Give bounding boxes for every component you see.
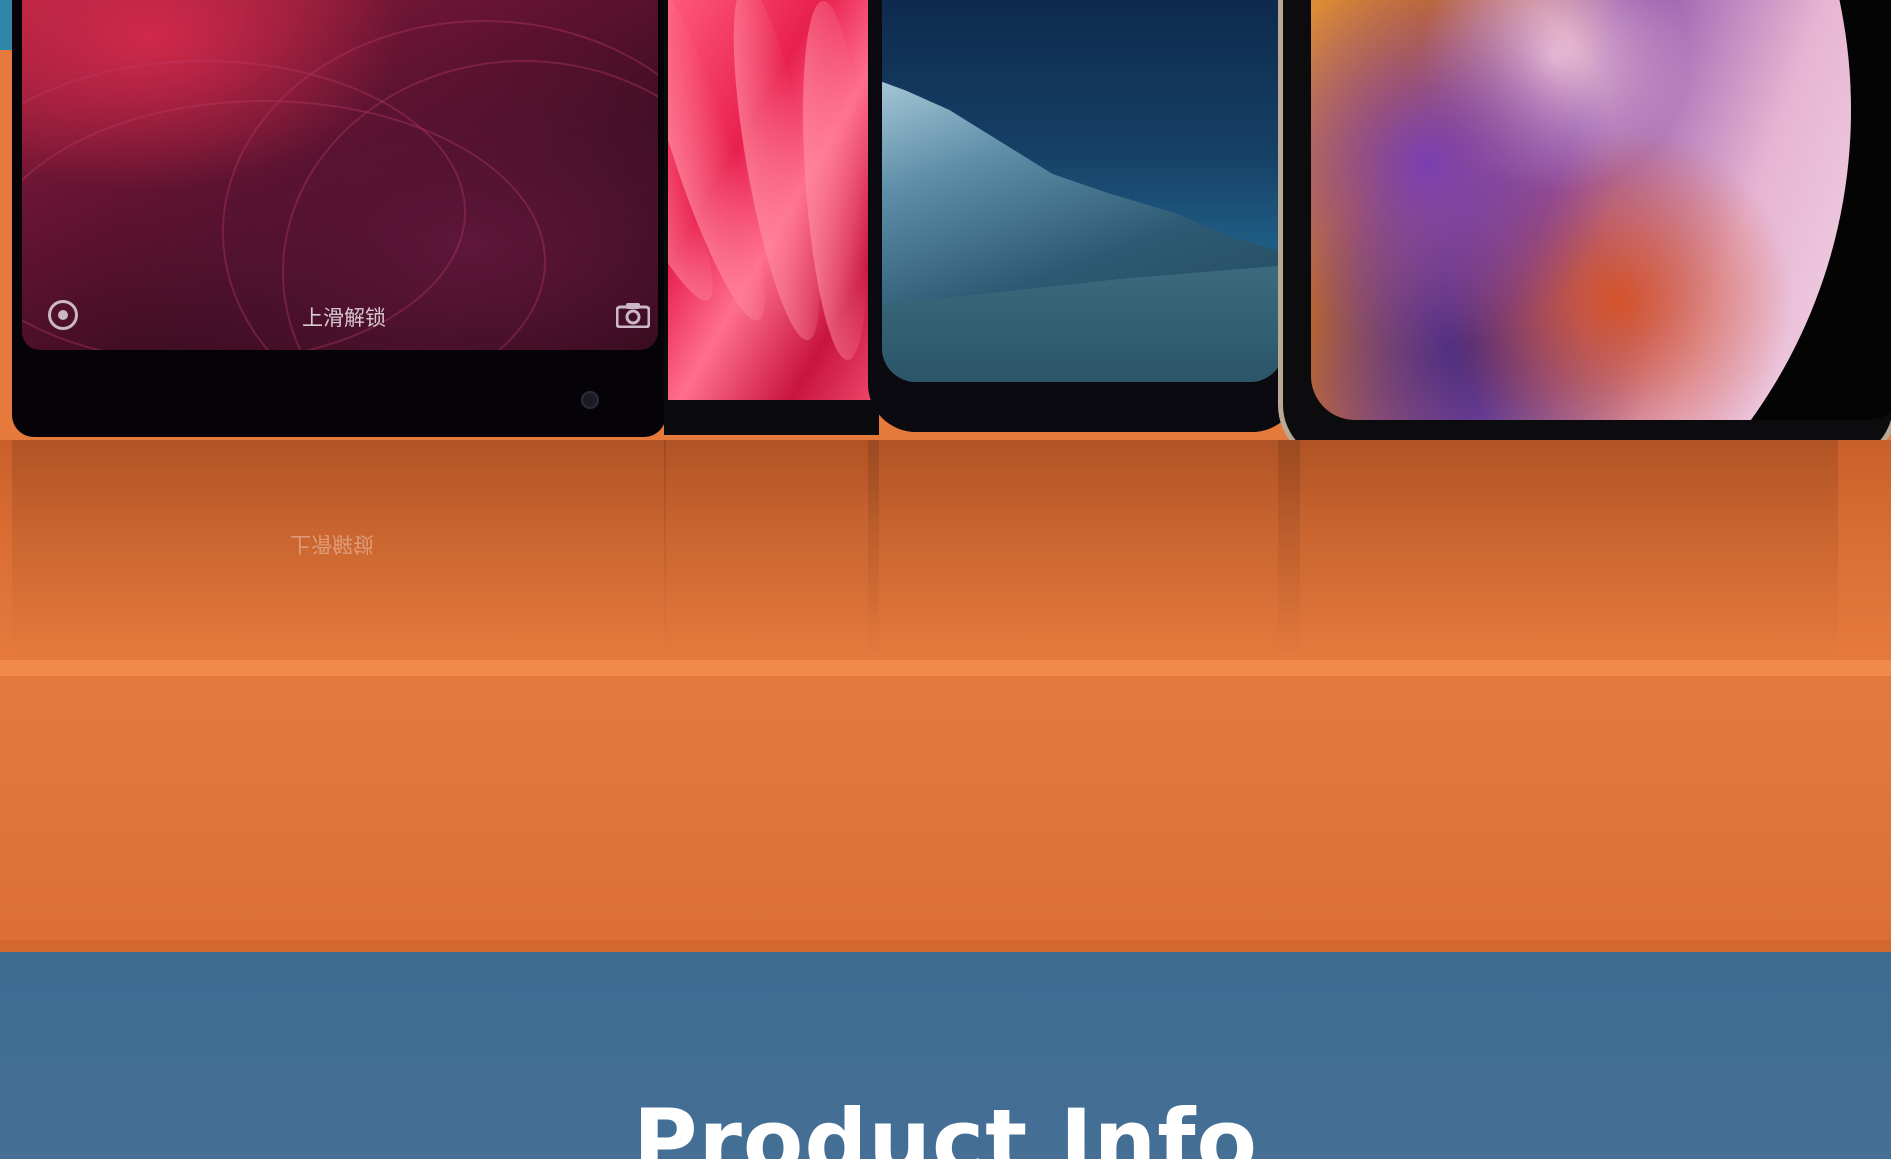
phone-curved-edge (868, 0, 1300, 432)
section-title: Product Info (633, 1090, 1258, 1159)
planet-wallpaper (1311, 0, 1851, 420)
unlock-hint: 上滑解锁 (302, 306, 386, 330)
planet-screen (1311, 0, 1891, 420)
shelf-reflection: 上滑解锁 (0, 440, 1891, 662)
phone-reflection (664, 440, 879, 662)
feather-screen (668, 0, 879, 400)
unlock-hint-reflection: 上滑解锁 (290, 532, 374, 556)
camera-icon[interactable] (616, 302, 650, 328)
shelf-front (0, 676, 1891, 952)
mi-lock-screen: 上滑解锁 (22, 0, 658, 350)
shelf-edge (0, 660, 1891, 676)
phone-iphone-gold (1278, 0, 1891, 465)
front-camera-icon (581, 391, 599, 409)
phone-mi-mix: 上滑解锁 (12, 0, 666, 437)
phone-reflection (868, 440, 1300, 662)
mountain-screen (882, 0, 1284, 382)
phone-pink-feather (664, 0, 879, 435)
shelf-bottom-line (0, 940, 1891, 952)
product-banner: 上滑解锁 上滑解锁 Product Info (0, 0, 1891, 1159)
record-circle-icon[interactable] (48, 300, 78, 330)
phone-reflection (1278, 440, 1838, 662)
